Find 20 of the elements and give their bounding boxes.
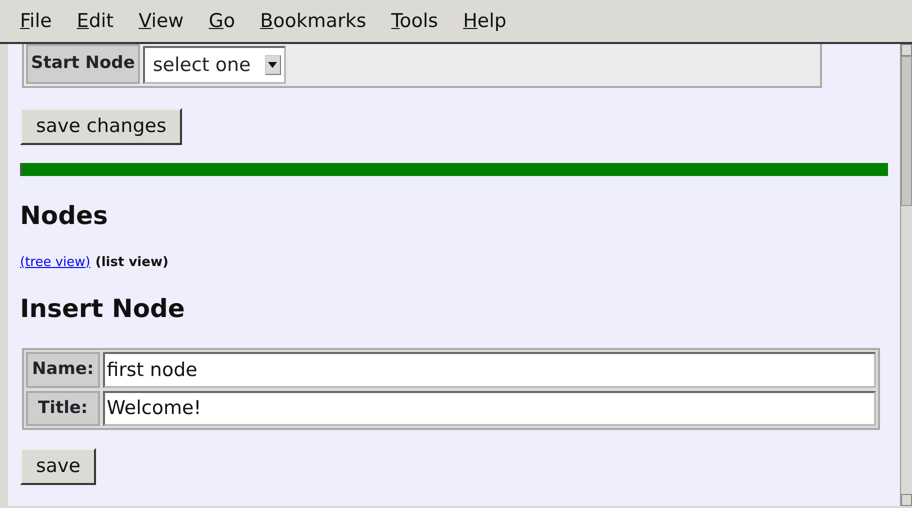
field-label: Title: — [26, 390, 100, 426]
menu-item[interactable]: View — [138, 6, 184, 36]
menu-item[interactable]: Help — [463, 6, 506, 36]
menu-item[interactable]: Edit — [76, 6, 114, 36]
menu-item[interactable]: File — [20, 6, 52, 36]
save-changes-button[interactable]: save changes — [20, 108, 182, 144]
scrollbar-thumb[interactable] — [901, 56, 912, 206]
section-heading: Nodes — [20, 200, 109, 230]
select-field[interactable]: select one — [142, 46, 286, 84]
text-field[interactable]: Welcome! — [102, 390, 876, 426]
field-label: Name: — [26, 352, 100, 388]
save-button[interactable]: save — [20, 448, 96, 484]
view-link[interactable]: (tree view) — [20, 252, 90, 272]
menu-item[interactable]: Bookmarks — [260, 6, 366, 36]
view-link[interactable]: (list view) — [95, 252, 168, 272]
field-label: Start Node — [26, 44, 140, 84]
text-field[interactable]: first node — [102, 352, 876, 388]
section-heading: Insert Node — [20, 294, 186, 324]
menu-item[interactable]: Tools — [391, 6, 438, 36]
menu-item[interactable]: Go — [208, 6, 236, 36]
